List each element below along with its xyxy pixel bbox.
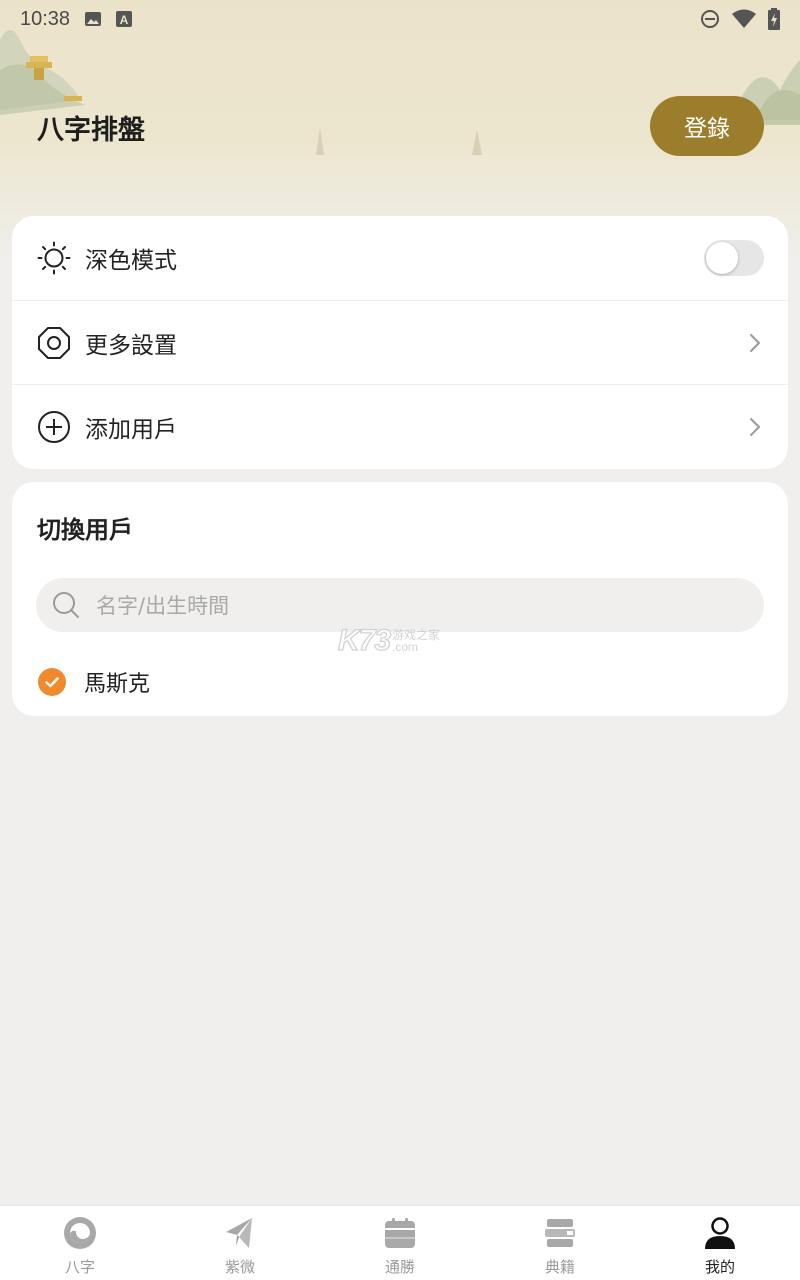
add-user-label: 添加用戶 — [85, 416, 177, 443]
toggle-knob — [706, 242, 738, 274]
settings-card: 深色模式 更多設置 添加用戶 — [12, 216, 788, 469]
login-button[interactable]: 登錄 — [650, 96, 764, 156]
watermark-logo: K73 — [337, 623, 391, 657]
paper-plane-icon — [222, 1215, 258, 1251]
nav-item-dianji[interactable]: 典籍 — [480, 1206, 640, 1280]
nav-label-profile: 我的 — [704, 1258, 735, 1276]
nav-label-bazi: 八字 — [64, 1258, 95, 1276]
user-name: 馬斯克 — [84, 672, 151, 697]
settings-octagon-icon — [37, 326, 71, 360]
sun-icon — [37, 241, 71, 275]
search-placeholder: 名字/出生時間 — [96, 594, 230, 618]
more-settings-label: 更多設置 — [85, 332, 177, 359]
bottom-navigation: 八字 紫微 通勝 典籍 我的 — [0, 1205, 800, 1280]
add-circle-icon — [37, 410, 71, 444]
dark-mode-toggle[interactable] — [704, 240, 764, 276]
search-icon — [53, 592, 79, 618]
image-notification-icon — [85, 12, 102, 26]
dark-mode-row: 深色模式 — [12, 216, 788, 300]
checkmark-icon — [38, 668, 66, 696]
wifi-icon — [732, 9, 756, 28]
status-bar: 10:38 A — [0, 0, 800, 38]
text-notification-icon: A — [116, 11, 133, 27]
switch-user-card: 切換用戶 名字/出生時間 馬斯克 — [12, 482, 788, 716]
more-settings-row[interactable]: 更多設置 — [12, 300, 788, 384]
nav-label-tongsheng: 通勝 — [384, 1258, 415, 1276]
svg-text:A: A — [120, 13, 129, 27]
battery-charging-icon — [768, 8, 780, 30]
books-icon — [542, 1215, 578, 1251]
watermark-domain: .com — [392, 640, 419, 654]
nav-item-profile[interactable]: 我的 — [640, 1206, 800, 1280]
add-user-row[interactable]: 添加用戶 — [12, 384, 788, 468]
chevron-right-icon — [750, 333, 760, 352]
nav-item-tongsheng[interactable]: 通勝 — [320, 1206, 480, 1280]
dark-mode-label: 深色模式 — [85, 248, 177, 274]
nav-item-ziwei[interactable]: 紫微 — [160, 1206, 320, 1280]
watermark: K73 游戏之家 .com — [337, 623, 440, 658]
nav-label-ziwei: 紫微 — [224, 1258, 255, 1276]
page-title: 八字排盤 — [37, 115, 145, 146]
calendar-icon — [382, 1215, 418, 1251]
nav-item-bazi[interactable]: 八字 — [0, 1206, 160, 1280]
bazi-icon — [62, 1215, 98, 1251]
do-not-disturb-icon — [701, 10, 719, 28]
status-time: 10:38 — [20, 7, 71, 30]
switch-user-title: 切換用戶 — [37, 516, 133, 544]
nav-label-dianji: 典籍 — [544, 1258, 575, 1276]
person-icon — [702, 1215, 738, 1251]
chevron-right-icon — [750, 417, 760, 436]
user-list-item[interactable]: 馬斯克 — [38, 662, 150, 702]
